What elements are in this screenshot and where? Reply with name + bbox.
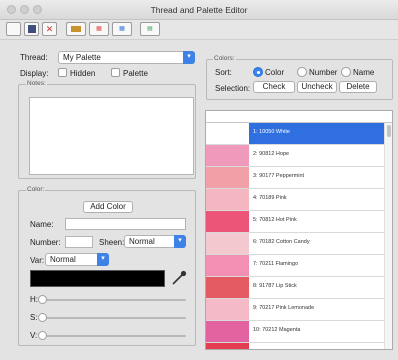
thread-name: 5: 70812 Hot Pink (253, 217, 297, 223)
thread-color-swatch (206, 321, 249, 342)
sort-name-radio[interactable] (341, 67, 351, 77)
thread-row[interactable]: 8: 91787 Lip Stick (206, 277, 392, 299)
hue-slider-track (42, 299, 186, 301)
thread-name: 2: 90812 Hope (253, 151, 290, 157)
thread-row[interactable]: 9: 70217 Pink Lemonade (206, 299, 392, 321)
display-label: Display: (20, 69, 49, 78)
thread-color-swatch (206, 233, 249, 254)
color-grid-icon[interactable]: ▦ (112, 22, 132, 36)
delete-icon[interactable]: ✕ (42, 22, 57, 36)
new-document-icon[interactable] (6, 22, 21, 36)
thread-row[interactable]: 6: 70182 Cotton Candy (206, 233, 392, 255)
thread-label: Thread: (20, 53, 48, 62)
add-color-button[interactable]: Add Color (83, 201, 133, 213)
thread-row[interactable]: 1: 10050 White (206, 123, 392, 145)
thread-name: 4: 70189 Pink (253, 195, 287, 201)
s-label: S: (30, 313, 38, 322)
name-field[interactable] (65, 218, 186, 230)
chevron-down-icon: ▾ (183, 51, 195, 64)
eyedropper-icon[interactable] (170, 269, 188, 287)
palette-checkbox[interactable] (111, 68, 120, 77)
sort-name-label: Name (353, 68, 375, 77)
thread-row[interactable]: 2: 90812 Hope (206, 145, 392, 167)
window-title: Thread and Palette Editor (150, 5, 248, 15)
thread-color-swatch (206, 145, 249, 166)
hidden-checkbox-label: Hidden (70, 69, 96, 78)
sheen-label: Sheen: (99, 238, 125, 247)
thread-name: 9: 70217 Pink Lemonade (253, 305, 315, 311)
var-label: Var: (30, 256, 45, 265)
thread-color-swatch (206, 255, 249, 276)
hue-slider-knob[interactable] (38, 295, 47, 304)
thread-select[interactable]: My Palette ▾ (58, 51, 195, 64)
thread-name: 7: 70211 Flamingo (253, 261, 299, 267)
sort-number-radio[interactable] (297, 67, 307, 77)
chevron-down-icon: ▾ (97, 253, 109, 266)
thread-color-swatch (206, 277, 249, 298)
colors-legend: Colors: (213, 55, 236, 62)
list-scrollbar[interactable] (384, 123, 392, 349)
notes-textarea[interactable] (29, 97, 194, 175)
thread-color-swatch (206, 123, 249, 144)
color-editor-group (18, 190, 196, 346)
color-editor-legend: Color: (26, 186, 46, 193)
thread-color-swatch (206, 211, 249, 232)
notes-legend: Notes: (26, 80, 47, 87)
sort-color-radio[interactable] (253, 67, 263, 77)
list-header (206, 111, 392, 123)
var-select[interactable]: Normal ▾ (45, 253, 109, 266)
thread-name: 10: 70212 Magenta (253, 327, 301, 333)
colors-group (206, 59, 393, 100)
thread-row[interactable]: 10: 70212 Magenta (206, 321, 392, 343)
number-field[interactable] (65, 236, 93, 248)
value-slider-track (42, 335, 186, 337)
thread-name: 8: 91787 Lip Stick (253, 283, 297, 289)
thread-row[interactable]: 3: 90177 Peppermint (206, 167, 392, 189)
thread-name: 11: 70632 Cherry (253, 349, 295, 350)
thread-color-swatch (206, 167, 249, 188)
selection-label: Selection: (215, 84, 251, 93)
thread-row[interactable]: 4: 70189 Pink (206, 189, 392, 211)
title-bar: Thread and Palette Editor (0, 0, 398, 20)
uncheck-button[interactable]: Uncheck (297, 81, 337, 93)
palette-checkbox-label: Palette (123, 69, 148, 78)
scrollbar-thumb[interactable] (386, 125, 391, 137)
var-select-value: Normal (50, 255, 76, 264)
sort-number-label: Number (309, 68, 338, 77)
thread-row[interactable]: 7: 70211 Flamingo (206, 255, 392, 277)
edit-palette-icon[interactable] (66, 22, 86, 36)
h-label: H: (30, 295, 38, 304)
thread-name: 3: 90177 Peppermint (253, 173, 305, 179)
value-slider-knob[interactable] (38, 331, 47, 340)
number-label: Number: (30, 238, 61, 247)
thread-color-swatch (206, 343, 249, 349)
sort-label: Sort: (215, 68, 232, 77)
sort-color-label: Color (265, 68, 285, 77)
name-label: Name: (30, 220, 54, 229)
toolbar: ✕ ▦ ▦ ▤ (0, 20, 398, 40)
thread-name: 1: 10050 White (253, 129, 290, 135)
thread-color-swatch (206, 189, 249, 210)
hidden-checkbox[interactable] (58, 68, 67, 77)
thread-row[interactable]: 11: 70632 Cherry (206, 343, 392, 350)
delete-button[interactable]: Delete (339, 81, 377, 93)
saturation-slider-track (42, 317, 186, 319)
sheen-select-value: Normal (129, 237, 155, 246)
sheen-select[interactable]: Normal ▾ (124, 235, 186, 248)
thread-color-swatch (206, 299, 249, 320)
thread-row[interactable]: 5: 70812 Hot Pink (206, 211, 392, 233)
thread-color-list[interactable]: 1: 10050 White 2: 90812 Hope 3: 90177 Pepp… (205, 110, 393, 350)
current-color-swatch[interactable] (30, 270, 165, 287)
v-label: V: (30, 331, 38, 340)
save-icon[interactable] (24, 22, 39, 36)
color-chart-icon[interactable]: ▦ (89, 22, 109, 36)
thread-name: 6: 70182 Cotton Candy (253, 239, 310, 245)
saturation-slider-knob[interactable] (38, 313, 47, 322)
chevron-down-icon: ▾ (174, 235, 186, 248)
thread-list-icon[interactable]: ▤ (140, 22, 160, 36)
thread-select-value: My Palette (63, 53, 101, 62)
check-button[interactable]: Check (253, 81, 295, 93)
